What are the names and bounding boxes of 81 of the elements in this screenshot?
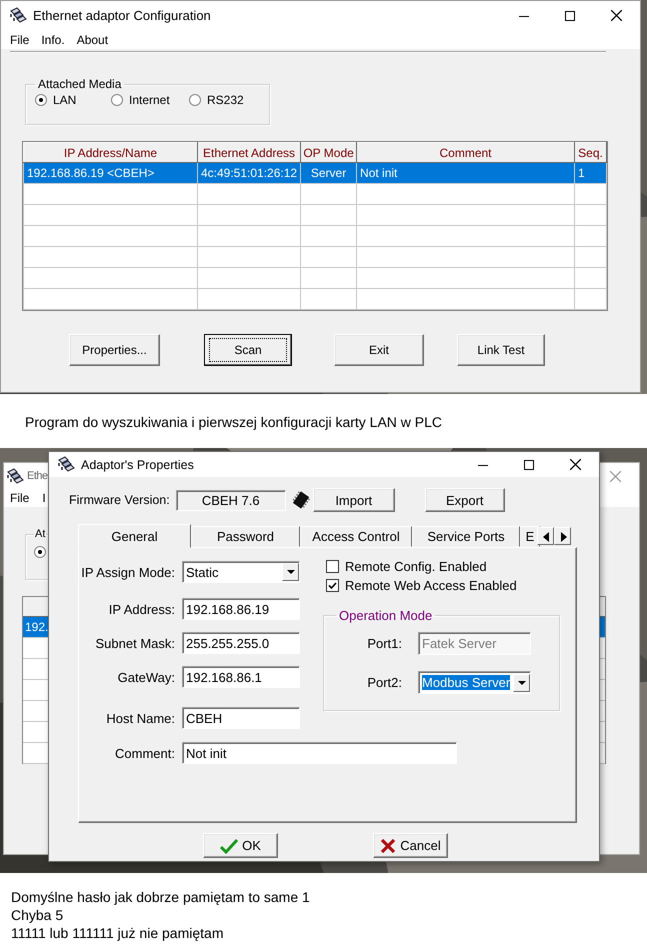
input-field: Fatek Server xyxy=(418,632,531,655)
group-label: Attached Media xyxy=(37,77,122,91)
tab[interactable]: General xyxy=(78,524,191,548)
firmware-field: CBEH 7.6 xyxy=(176,490,286,510)
dialog-button[interactable]: Link Test xyxy=(457,334,545,366)
menu-item[interactable]: File xyxy=(10,32,30,46)
table-cell: Not init xyxy=(356,162,574,184)
dialog-button[interactable]: Properties... xyxy=(69,334,160,366)
radio-button[interactable] xyxy=(189,94,201,106)
menu-item[interactable]: File xyxy=(10,491,30,505)
table-cell: Server xyxy=(300,162,357,184)
window-title: Ethe xyxy=(27,470,48,482)
caret-icon[interactable] xyxy=(286,570,294,574)
radio-button[interactable] xyxy=(111,94,123,106)
input-field[interactable]: Not init xyxy=(182,742,457,764)
column-header[interactable]: OP Mode xyxy=(300,142,357,162)
field-label: Comment: xyxy=(114,746,175,760)
field-label: Host Name: xyxy=(105,710,175,726)
window-title: Ethernet adaptor Configuration xyxy=(33,8,211,23)
dialog-title: Adaptor's Properties xyxy=(81,458,194,472)
dropdown-field[interactable]: Static xyxy=(182,561,300,583)
cancel-button[interactable]: Cancel xyxy=(373,833,448,858)
field-label: Port1: xyxy=(366,636,402,651)
input-field[interactable]: CBEH xyxy=(182,707,300,729)
network-icon xyxy=(57,456,75,473)
scroll-right-icon[interactable] xyxy=(554,527,571,545)
ok-button[interactable]: OK xyxy=(203,833,278,858)
table-row[interactable]: 192.168.86.19 <CBEH> 4c:49:51:01:26:12 Server Not init 1 xyxy=(24,162,606,184)
radio-label[interactable]: RS232 xyxy=(207,93,244,107)
tab[interactable]: Password xyxy=(191,526,300,547)
checkbox-label[interactable]: Remote Config. Enabled xyxy=(345,559,487,574)
column-header[interactable]: Ethernet Address xyxy=(197,142,301,162)
import-button[interactable]: Import xyxy=(312,488,395,512)
cross-icon xyxy=(380,838,396,854)
caption-text: Program do wyszukiwania i pierwszej konfiguracji karty LAN w PLC xyxy=(25,414,442,430)
maximize-icon[interactable] xyxy=(524,460,534,470)
note-text: Chyba 5 xyxy=(11,907,64,923)
group-label: Operation Mode xyxy=(338,608,434,623)
tab[interactable]: Service Ports xyxy=(412,526,520,547)
table-cell: 1 xyxy=(574,162,606,184)
table-cell: 192.168.86.19 <CBEH> xyxy=(24,162,198,184)
field-label: Subnet Mask: xyxy=(94,636,175,650)
radio-button[interactable] xyxy=(34,546,46,558)
dropdown-field[interactable]: Modbus Server xyxy=(418,671,531,694)
group-label: At xyxy=(34,528,46,540)
network-icon xyxy=(9,7,27,24)
radio-label[interactable]: LAN xyxy=(53,93,76,107)
dialog-button[interactable]: Exit xyxy=(334,334,424,366)
radio-button[interactable] xyxy=(35,94,47,106)
table-cell: 192. xyxy=(25,620,48,634)
menu-item[interactable]: Info. xyxy=(41,32,65,46)
note-text: 11111 lub 111111 już nie pamiętam xyxy=(11,925,224,941)
field-label: Port2: xyxy=(366,675,402,690)
scroll-left-icon[interactable] xyxy=(537,527,554,545)
menu-item[interactable]: I xyxy=(42,491,46,505)
field-label: IP Address: xyxy=(108,602,175,616)
close-icon[interactable] xyxy=(611,10,622,21)
column-header[interactable]: Seq. xyxy=(574,142,606,162)
input-field[interactable]: 255.255.255.0 xyxy=(182,632,300,654)
export-button[interactable]: Export xyxy=(424,488,505,512)
column-header[interactable]: Comment xyxy=(356,142,574,162)
network-icon xyxy=(6,468,24,484)
input-field[interactable]: 192.168.86.1 xyxy=(182,666,300,688)
note-text: Domyślne hasło jak dobrze pamiętam to same 1 xyxy=(11,889,310,905)
tab[interactable]: Access Control xyxy=(300,526,412,547)
checkbox-label[interactable]: Remote Web Access Enabled xyxy=(345,578,517,593)
column-header[interactable]: IP Address/Name xyxy=(24,142,198,162)
close-icon[interactable] xyxy=(570,459,581,470)
firmware-label: Firmware Version: xyxy=(69,493,170,507)
input-field[interactable]: 192.168.86.19 xyxy=(182,598,300,620)
menu-item[interactable]: About xyxy=(76,32,108,46)
checkbox[interactable] xyxy=(326,579,339,592)
field-label: IP Assign Mode: xyxy=(80,564,175,580)
radio-label[interactable]: Internet xyxy=(129,93,170,107)
check-icon xyxy=(220,838,238,854)
caret-icon[interactable] xyxy=(518,680,526,684)
table-cell: 4c:49:51:01:26:12 xyxy=(197,162,301,184)
field-label: GateWay: xyxy=(116,670,175,684)
checkbox[interactable] xyxy=(326,560,339,573)
maximize-icon[interactable] xyxy=(565,10,575,20)
dialog-button[interactable]: Scan xyxy=(204,334,292,366)
